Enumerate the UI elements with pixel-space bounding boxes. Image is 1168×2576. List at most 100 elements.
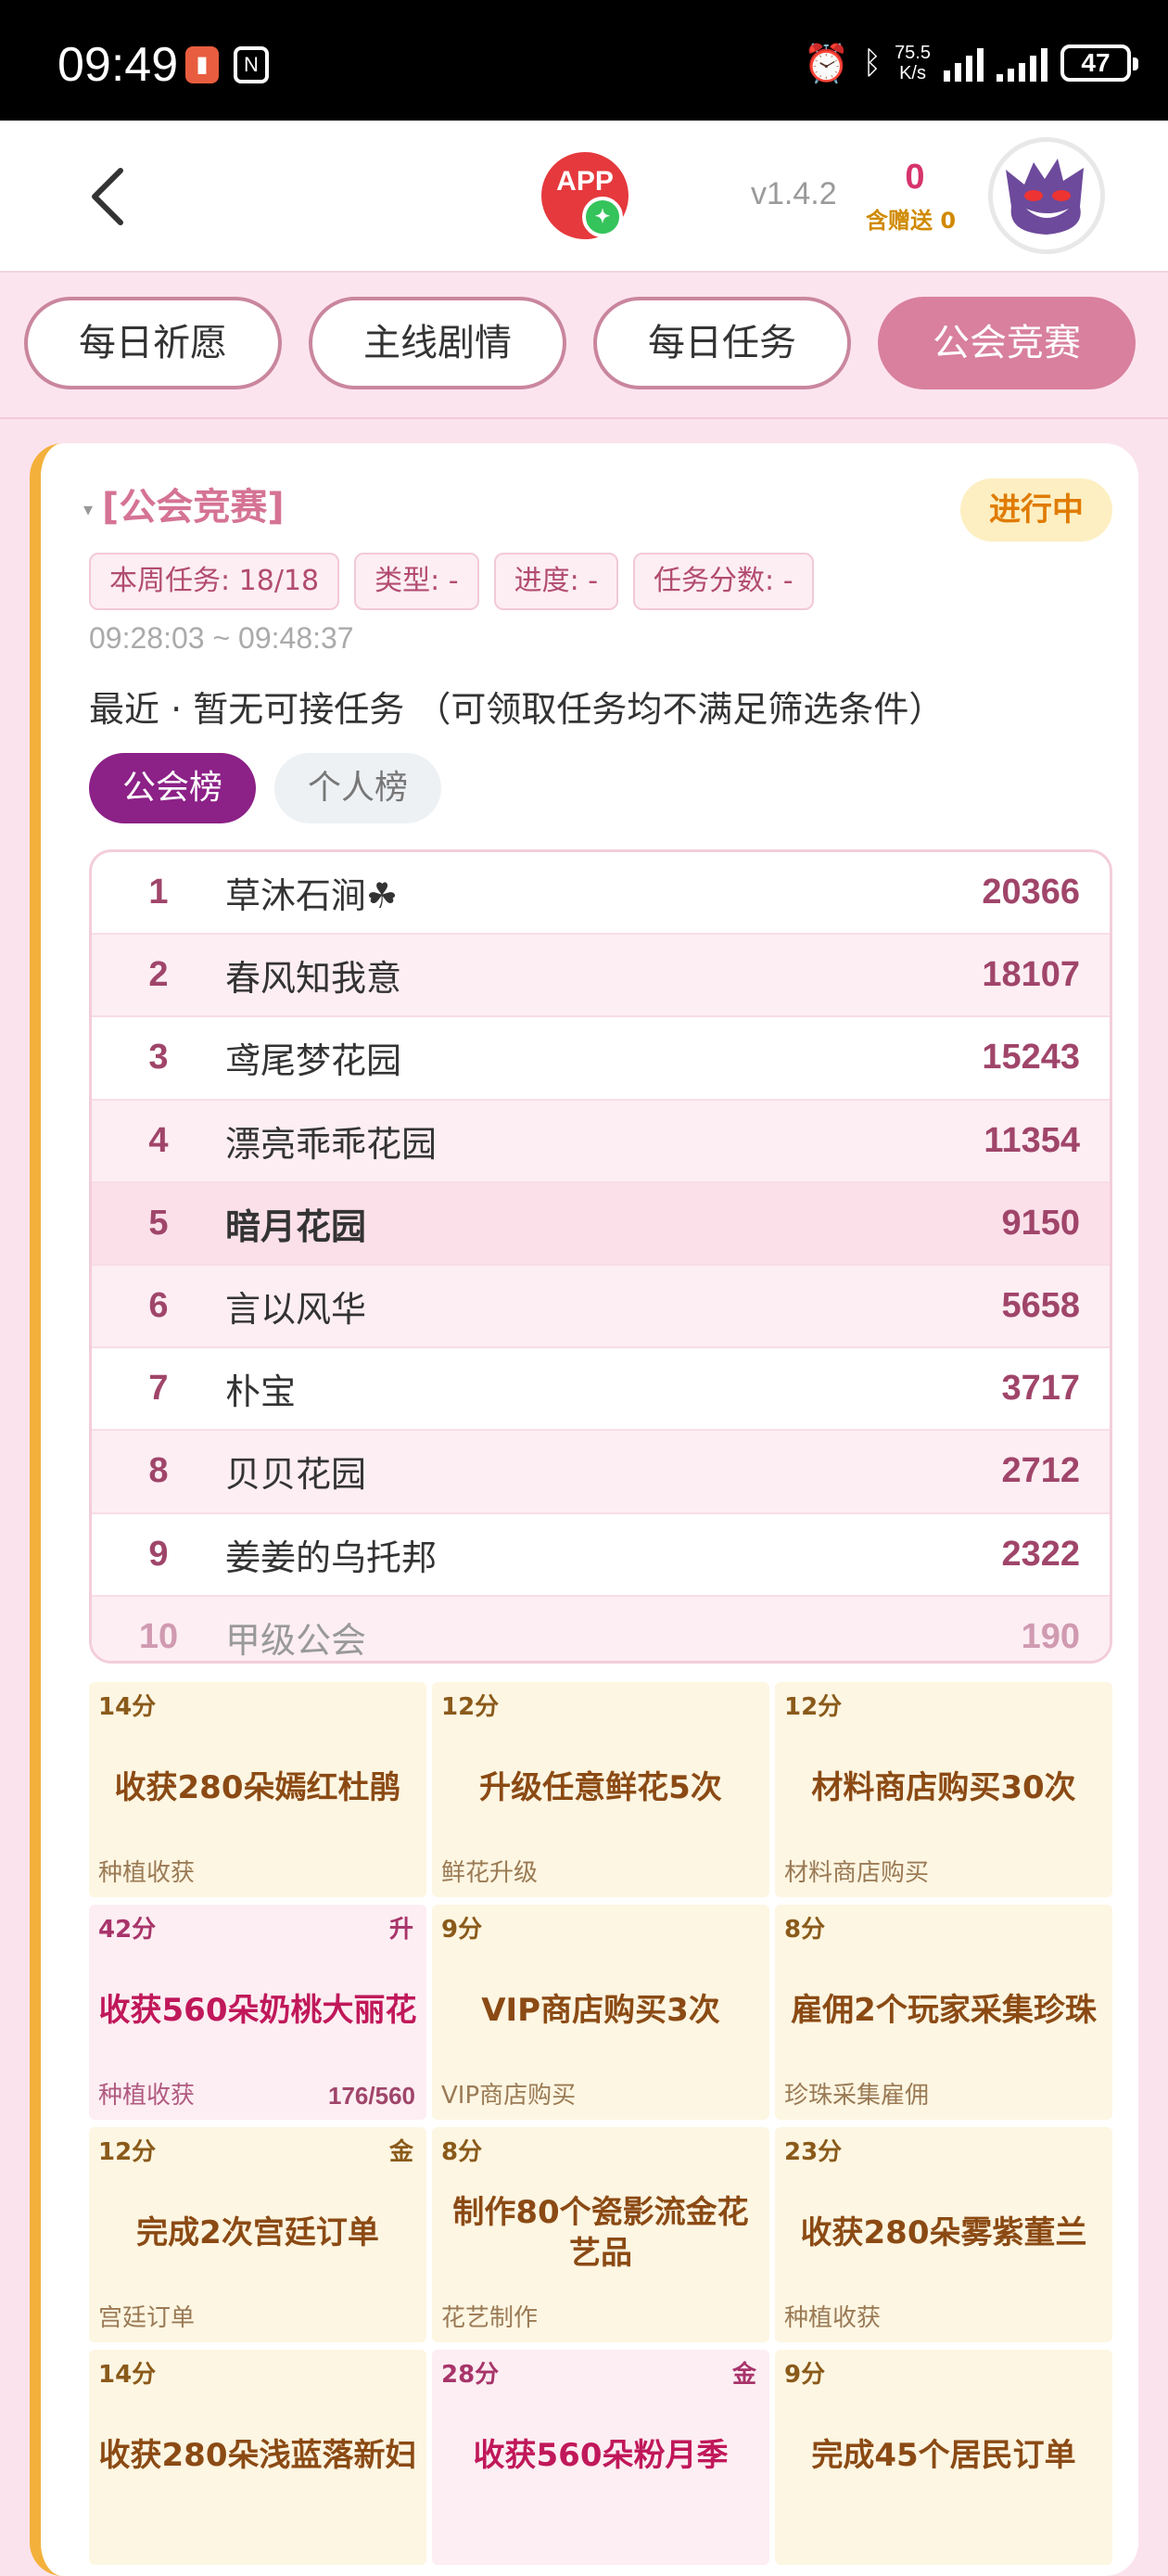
clock: 09:49	[57, 38, 179, 92]
guild-name: 甲级公会	[225, 1619, 367, 1661]
task-card-active[interactable]: 42分 升 收获560朵奶桃大丽花 种植收获 176/560	[89, 1905, 426, 2120]
task-title: 材料商店购买30次	[811, 1769, 1076, 1806]
task-card[interactable]: 9分 完成45个居民订单	[775, 2350, 1112, 2565]
task-title: 制作80个瓷影流金花艺品	[452, 2194, 749, 2272]
ranking-row: 1 草沐石涧☘ 20366	[92, 852, 1110, 936]
task-card[interactable]: 8分 雇佣2个玩家采集珍珠 珍珠采集雇佣	[775, 1905, 1112, 2120]
task-points: 23分	[784, 2138, 843, 2166]
rank-number: 9	[148, 1534, 169, 1574]
task-title: 升级任意鲜花5次	[479, 1769, 722, 1806]
task-card[interactable]: 23分 收获280朵雾紫董兰 种植收获	[775, 2127, 1112, 2342]
battery-icon: 47	[1060, 45, 1138, 82]
signal-2-icon	[997, 45, 1047, 82]
task-points: 28分	[441, 2361, 500, 2389]
task-card[interactable]: 28分 金 收获560朵粉月季	[432, 2350, 769, 2565]
guild-score: 3717	[1001, 1369, 1080, 1409]
alarm-icon: ⏰	[803, 42, 850, 85]
task-card[interactable]: 8分 制作80个瓷影流金花艺品 花艺制作	[432, 2127, 769, 2342]
ranking-row: 10 甲级公会 190	[92, 1596, 1110, 1661]
task-card[interactable]: 14分 收获280朵浅蓝落新妇	[89, 2350, 426, 2565]
ranking-table: 1 草沐石涧☘ 20366 2 春风知我意 18107 3 鸢尾梦花园 15243 4 漂亮乖…	[89, 849, 1112, 1664]
task-card[interactable]: 9分 VIP商店购买3次 VIP商店购买	[432, 1905, 769, 2120]
currency-count: 0	[905, 158, 925, 197]
guild-score: 5658	[1001, 1286, 1080, 1326]
ranking-row: 3 鸢尾梦花园 15243	[92, 1017, 1110, 1101]
app-header: APP ✦ v1.4.2 0 含赠送 0	[0, 121, 1168, 273]
ranking-row: 2 春风知我意 18107	[92, 935, 1110, 1018]
task-category: 鲜花升级	[441, 1859, 539, 1887]
task-title: 完成2次宫廷订单	[136, 2214, 379, 2251]
app-logo[interactable]: APP ✦	[541, 152, 628, 239]
guild-score: 11354	[984, 1120, 1080, 1160]
task-card[interactable]: 12分 金 完成2次宫廷订单 宫廷订单	[89, 2127, 426, 2342]
avatar[interactable]	[988, 137, 1105, 254]
guild-score: 190	[1021, 1616, 1080, 1656]
tab-guild-contest[interactable]: 公会竞赛	[878, 297, 1136, 389]
section-header[interactable]: ▾ [公会竞赛]	[83, 477, 285, 530]
rank-number: 4	[148, 1120, 169, 1160]
back-arrow-icon[interactable]	[82, 159, 137, 234]
gengar-avatar-icon	[1006, 159, 1084, 235]
notification-badge-icon: ▮	[185, 46, 219, 83]
net-speed-unit: K/s	[899, 63, 926, 83]
task-points: 8分	[441, 2138, 483, 2166]
task-gold-tag: 金	[731, 2361, 756, 2389]
guild-name: 漂亮乖乖花园	[225, 1123, 438, 1165]
task-category: 珍珠采集雇佣	[784, 2082, 930, 2110]
ranking-row: 9 姜姜的乌托邦 2322	[92, 1514, 1110, 1597]
tab-daily-wish[interactable]: 每日祈愿	[24, 297, 282, 389]
rank-number: 2	[148, 955, 169, 995]
guild-score: 9150	[1001, 1203, 1080, 1243]
guild-name: 春风知我意	[225, 958, 402, 1000]
tab-main-story[interactable]: 主线剧情	[309, 297, 566, 389]
guild-name: 鸢尾梦花园	[225, 1040, 402, 1082]
task-progress: 176/560	[328, 2082, 415, 2110]
guild-name: 朴宝	[225, 1371, 297, 1413]
tab-daily-tasks[interactable]: 每日任务	[593, 297, 851, 389]
task-card[interactable]: 12分 材料商店购买30次 材料商店购买	[775, 1682, 1112, 1897]
ranking-row: 8 贝贝花园 2712	[92, 1431, 1110, 1514]
gift-count-label: 含赠送 0	[866, 208, 957, 234]
task-title: 收获280朵浅蓝落新妇	[98, 2437, 417, 2474]
task-points: 14分	[98, 2361, 157, 2389]
ranking-row: 6 言以风华 5658	[92, 1265, 1110, 1349]
task-points: 12分	[784, 1693, 843, 1721]
guild-name: 暗月花园	[225, 1205, 367, 1247]
rank-number: 7	[148, 1369, 169, 1409]
chip-progress: 进度: -	[493, 553, 619, 610]
status-bar: 09:49 ▮ N ⏰ ᛒ 75.5 K/s 47	[0, 0, 1168, 121]
task-title: 收获560朵粉月季	[473, 2437, 729, 2474]
section-title: [公会竞赛]	[102, 486, 285, 529]
chip-type: 类型: -	[354, 553, 479, 610]
rank-number: 6	[148, 1286, 169, 1326]
bluetooth-icon: ᛒ	[862, 45, 882, 82]
task-category: 花艺制作	[441, 2304, 539, 2332]
guild-board-tab[interactable]: 公会榜	[89, 753, 256, 823]
guild-name: 言以风华	[225, 1289, 367, 1331]
rank-number: 1	[148, 873, 169, 912]
guild-score: 2322	[1001, 1534, 1080, 1574]
task-points: 12分	[98, 2138, 157, 2166]
task-points: 42分	[98, 1916, 157, 1944]
task-title: 完成45个居民订单	[811, 2437, 1076, 2474]
ranking-row: 4 漂亮乖乖花园 11354	[92, 1100, 1110, 1183]
ranking-row: 7 朴宝 3717	[92, 1348, 1110, 1432]
status-badge: 进行中	[960, 478, 1112, 542]
personal-board-tab[interactable]: 个人榜	[274, 753, 441, 823]
task-points: 9分	[784, 2361, 826, 2389]
net-speed: 75.5 K/s	[895, 43, 931, 83]
task-category: VIP商店购买	[441, 2082, 577, 2110]
task-card[interactable]: 12分 升级任意鲜花5次 鲜花升级	[432, 1682, 769, 1897]
guild-contest-card: ▾ [公会竞赛] 进行中 本周任务: 18/18 类型: - 进度: - 任务分数…	[30, 443, 1138, 2576]
task-category: 材料商店购买	[784, 1859, 930, 1887]
task-card[interactable]: 14分 收获280朵嫣红杜鹃 种植收获	[89, 1682, 426, 1897]
time-range: 09:28:03 ~ 09:48:37	[89, 621, 354, 655]
task-points: 8分	[784, 1916, 826, 1944]
task-category: 种植收获	[98, 2082, 196, 2110]
task-points: 9分	[441, 1916, 483, 1944]
tab-bar: 每日祈愿 主线剧情 每日任务 公会竞赛	[0, 273, 1168, 419]
board-tabs: 公会榜 个人榜	[89, 753, 441, 823]
guild-score: 18107	[982, 955, 1080, 995]
ranking-row-own-guild: 5 暗月花园 9150	[92, 1182, 1110, 1266]
task-points: 14分	[98, 1693, 157, 1721]
